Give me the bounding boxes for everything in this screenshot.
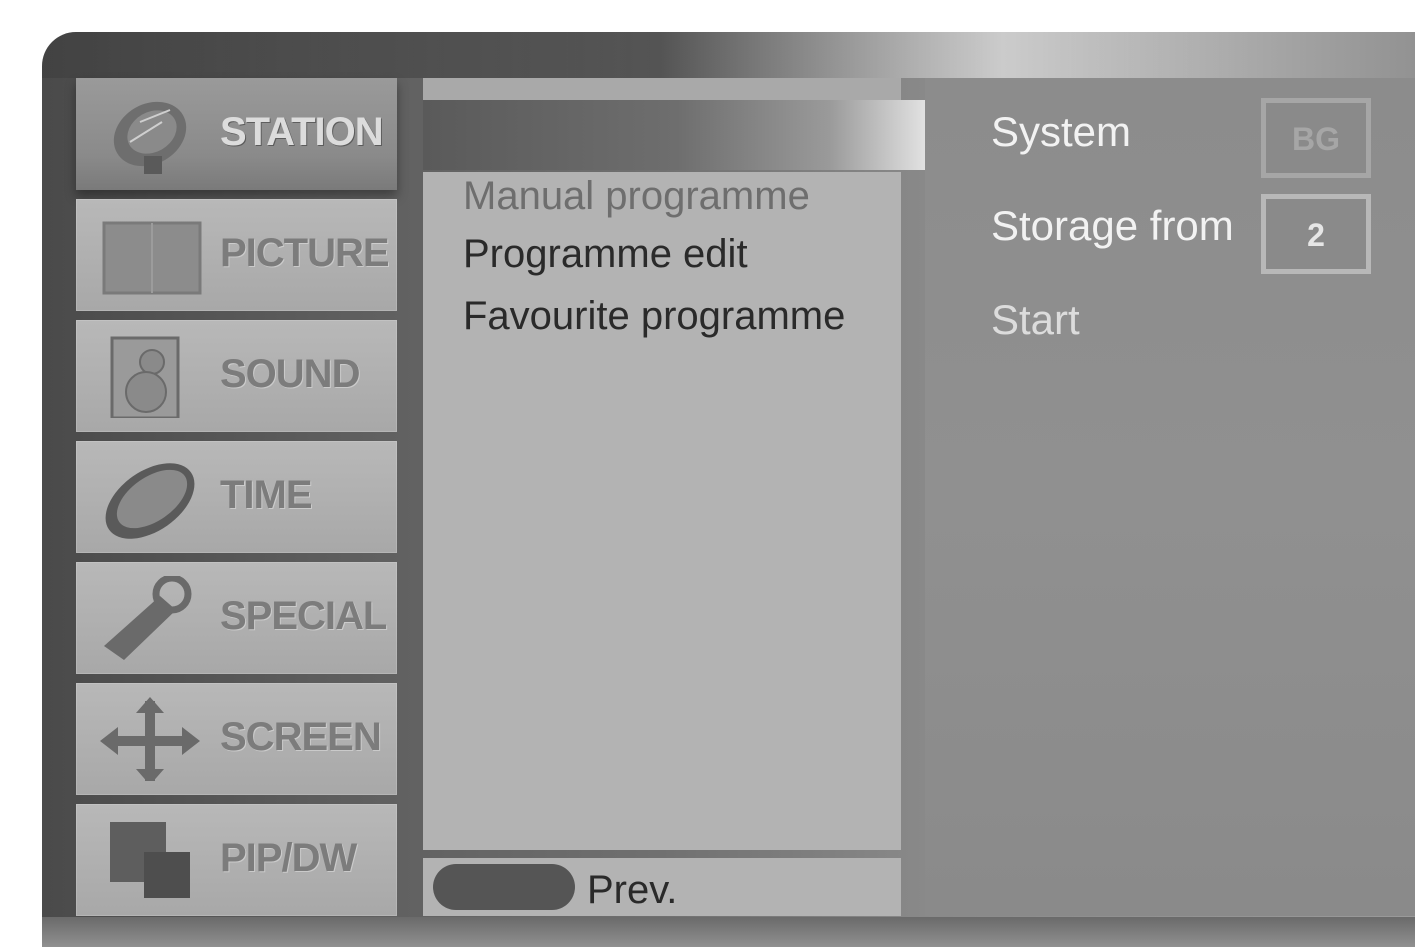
clock-oval-icon <box>105 463 195 539</box>
submenu-selection-highlight[interactable] <box>423 100 931 170</box>
system-value-box[interactable]: BG <box>1261 98 1371 178</box>
menu-item-screen[interactable]: SCREEN <box>76 683 397 795</box>
menu-item-pipdw[interactable]: PIP/DW <box>76 804 397 916</box>
menu-label-sound: SOUND <box>220 352 360 396</box>
menu-item-station[interactable]: STATION <box>76 78 397 190</box>
auto-programme-settings-panel: System BG Storage from 2 Start <box>925 78 1415 916</box>
menu-label-pipdw: PIP/DW <box>220 836 357 880</box>
menu-item-picture[interactable]: PICTURE <box>76 199 397 311</box>
menu-label-time: TIME <box>220 473 313 517</box>
storage-from-value-box[interactable]: 2 <box>1261 194 1371 274</box>
submenu-item-manual-programme[interactable]: Manual programme <box>463 174 810 219</box>
menu-label-screen: SCREEN <box>220 715 382 759</box>
system-value: BG <box>1292 121 1340 157</box>
picture-frame-icon <box>102 221 202 295</box>
submenu-top-bar <box>423 78 901 100</box>
submenu-item-programme-edit[interactable]: Programme edit <box>463 232 748 277</box>
key-tag-icon <box>104 576 192 660</box>
frame-bottom-bar <box>42 917 1415 947</box>
menu-label-picture: PICTURE <box>220 231 390 275</box>
menu-item-special[interactable]: SPECIAL <box>76 562 397 674</box>
menu-item-sound[interactable]: SOUND <box>76 320 397 432</box>
satellite-dish-icon <box>113 101 187 174</box>
submenu-item-favourite-programme[interactable]: Favourite programme <box>463 294 845 339</box>
menu-label-special: SPECIAL <box>220 594 387 638</box>
storage-from-value: 2 <box>1307 217 1325 253</box>
prev-button[interactable] <box>433 864 575 910</box>
speaker-icon <box>110 336 180 418</box>
station-submenu: Manual programme Programme edit Favourit… <box>423 172 901 850</box>
prev-bar: Prev. <box>423 858 901 916</box>
storage-from-label[interactable]: Storage from <box>991 202 1234 250</box>
system-label[interactable]: System <box>991 108 1131 156</box>
menu-item-time[interactable]: TIME <box>76 441 397 553</box>
start-label[interactable]: Start <box>991 296 1080 344</box>
menu-label-station: STATION <box>220 110 384 154</box>
frame-top-glow <box>42 32 1415 78</box>
prev-label: Prev. <box>587 868 678 912</box>
four-arrows-icon <box>100 697 200 781</box>
pip-windows-icon <box>110 822 190 898</box>
main-menu: STATION PICTURE SOUND TIME SPECIAL SCREE… <box>76 78 397 916</box>
